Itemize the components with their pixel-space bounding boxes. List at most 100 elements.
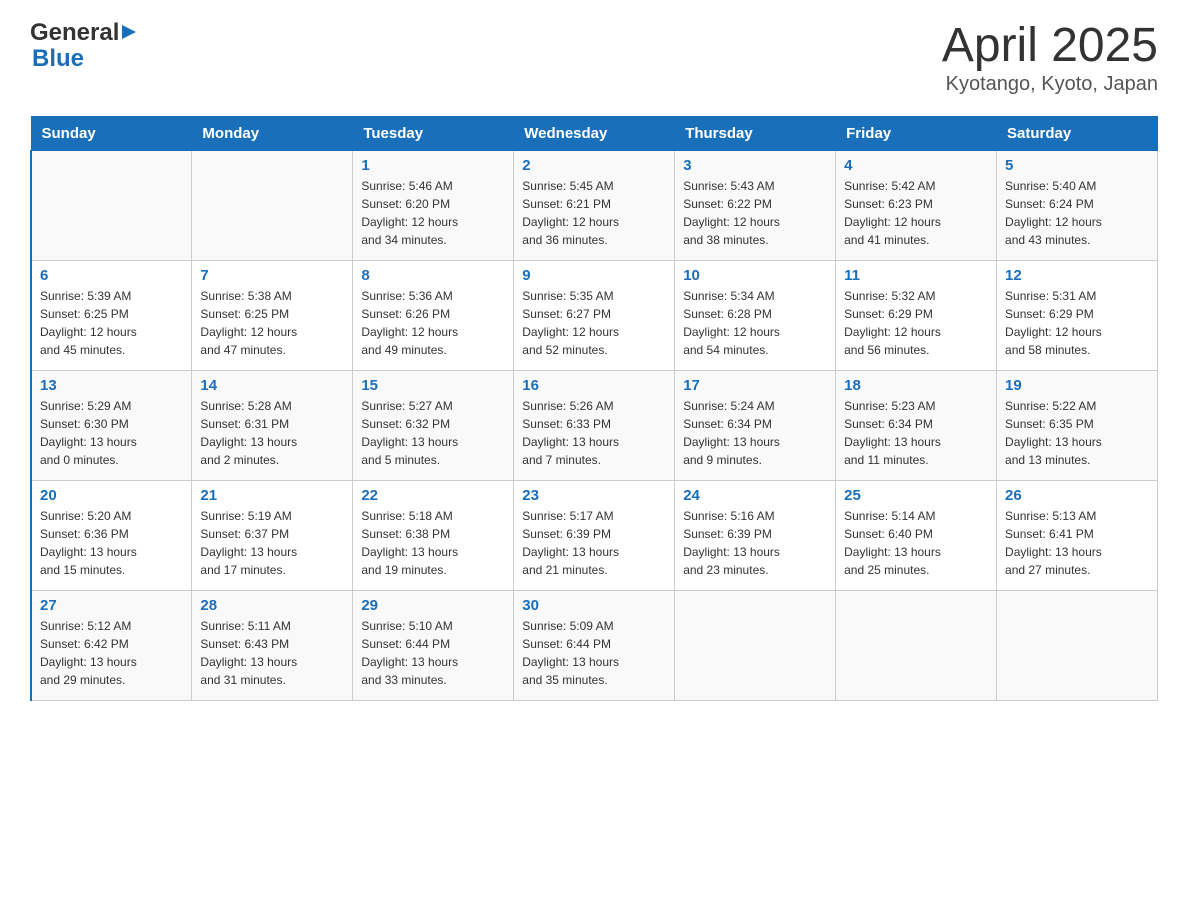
day-info: Sunrise: 5:36 AM Sunset: 6:26 PM Dayligh… [361,287,505,359]
calendar-cell: 8Sunrise: 5:36 AM Sunset: 6:26 PM Daylig… [353,260,514,370]
day-info: Sunrise: 5:14 AM Sunset: 6:40 PM Dayligh… [844,507,988,579]
calendar-cell [675,590,836,700]
day-info: Sunrise: 5:26 AM Sunset: 6:33 PM Dayligh… [522,397,666,469]
calendar-cell: 29 Sunrise: 5:10 AM Sunset: 6:44 PM Dayli… [353,590,514,700]
calendar-cell: 28Sunrise: 5:11 AM Sunset: 6:43 PM Dayli… [192,590,353,700]
logo-arrow-icon [122,23,140,41]
day-info: Sunrise: 5:43 AM Sunset: 6:22 PM Dayligh… [683,177,827,249]
calendar-cell: 3 Sunrise: 5:43 AM Sunset: 6:22 PM Daylig… [675,150,836,260]
column-header-wednesday: Wednesday [514,116,675,150]
day-info: Sunrise: 5:29 AM Sunset: 6:30 PM Dayligh… [40,397,183,469]
calendar-cell: 7 Sunrise: 5:38 AM Sunset: 6:25 PM Daylig… [192,260,353,370]
day-info: Sunrise: 5:34 AM Sunset: 6:28 PM Dayligh… [683,287,827,359]
calendar-cell: 25 Sunrise: 5:14 AM Sunset: 6:40 PM Dayli… [836,480,997,590]
day-number: 3 [683,157,827,174]
day-info: Sunrise: 5:17 AM Sunset: 6:39 PM Dayligh… [522,507,666,579]
calendar-cell: 26Sunrise: 5:13 AM Sunset: 6:41 PM Dayli… [997,480,1158,590]
column-header-sunday: Sunday [31,116,192,150]
title-block: April 2025 Kyotango, Kyoto, Japan [942,20,1158,96]
day-number: 22 [361,487,505,504]
day-info: Sunrise: 5:22 AM Sunset: 6:35 PM Dayligh… [1005,397,1149,469]
calendar-table: SundayMondayTuesdayWednesdayThursdayFrid… [30,116,1158,701]
day-number: 21 [200,487,344,504]
logo: General Blue [30,20,140,73]
calendar-cell: 23Sunrise: 5:17 AM Sunset: 6:39 PM Dayli… [514,480,675,590]
calendar-cell: 15Sunrise: 5:27 AM Sunset: 6:32 PM Dayli… [353,370,514,480]
calendar-cell: 27Sunrise: 5:12 AM Sunset: 6:42 PM Dayli… [31,590,192,700]
calendar-week-row: 1 Sunrise: 5:46 AM Sunset: 6:20 PM Daylig… [31,150,1158,260]
calendar-cell [997,590,1158,700]
day-info: Sunrise: 5:23 AM Sunset: 6:34 PM Dayligh… [844,397,988,469]
day-number: 20 [40,487,183,504]
calendar-cell: 10 Sunrise: 5:34 AM Sunset: 6:28 PM Dayli… [675,260,836,370]
calendar-cell [836,590,997,700]
day-info: Sunrise: 5:10 AM Sunset: 6:44 PM Dayligh… [361,617,505,689]
day-info: Sunrise: 5:38 AM Sunset: 6:25 PM Dayligh… [200,287,344,359]
day-number: 30 [522,597,666,614]
day-info: Sunrise: 5:20 AM Sunset: 6:36 PM Dayligh… [40,507,183,579]
day-number: 7 [200,267,344,284]
day-info: Sunrise: 5:46 AM Sunset: 6:20 PM Dayligh… [361,177,505,249]
calendar-cell: 6Sunrise: 5:39 AM Sunset: 6:25 PM Daylig… [31,260,192,370]
day-info: Sunrise: 5:13 AM Sunset: 6:41 PM Dayligh… [1005,507,1149,579]
day-number: 24 [683,487,827,504]
day-info: Sunrise: 5:24 AM Sunset: 6:34 PM Dayligh… [683,397,827,469]
day-number: 16 [522,377,666,394]
calendar-cell: 16 Sunrise: 5:26 AM Sunset: 6:33 PM Dayli… [514,370,675,480]
day-number: 15 [361,377,505,394]
day-number: 5 [1005,157,1149,174]
day-info: Sunrise: 5:28 AM Sunset: 6:31 PM Dayligh… [200,397,344,469]
calendar-cell: 11 Sunrise: 5:32 AM Sunset: 6:29 PM Dayli… [836,260,997,370]
column-header-tuesday: Tuesday [353,116,514,150]
day-info: Sunrise: 5:45 AM Sunset: 6:21 PM Dayligh… [522,177,666,249]
column-header-thursday: Thursday [675,116,836,150]
calendar-cell: 20 Sunrise: 5:20 AM Sunset: 6:36 PM Dayli… [31,480,192,590]
calendar-week-row: 13 Sunrise: 5:29 AM Sunset: 6:30 PM Dayli… [31,370,1158,480]
day-info: Sunrise: 5:16 AM Sunset: 6:39 PM Dayligh… [683,507,827,579]
page-header: General Blue April 2025 Kyotango, Kyoto,… [30,20,1158,96]
day-number: 29 [361,597,505,614]
calendar-cell: 9Sunrise: 5:35 AM Sunset: 6:27 PM Daylig… [514,260,675,370]
day-number: 11 [844,267,988,284]
day-number: 18 [844,377,988,394]
calendar-cell: 14 Sunrise: 5:28 AM Sunset: 6:31 PM Dayli… [192,370,353,480]
day-info: Sunrise: 5:31 AM Sunset: 6:29 PM Dayligh… [1005,287,1149,359]
calendar-subtitle: Kyotango, Kyoto, Japan [942,73,1158,96]
calendar-cell: 21 Sunrise: 5:19 AM Sunset: 6:37 PM Dayli… [192,480,353,590]
day-info: Sunrise: 5:40 AM Sunset: 6:24 PM Dayligh… [1005,177,1149,249]
day-number: 1 [361,157,505,174]
day-info: Sunrise: 5:19 AM Sunset: 6:37 PM Dayligh… [200,507,344,579]
logo-general: General [30,20,119,46]
day-number: 10 [683,267,827,284]
calendar-cell: 2 Sunrise: 5:45 AM Sunset: 6:21 PM Daylig… [514,150,675,260]
calendar-cell: 17 Sunrise: 5:24 AM Sunset: 6:34 PM Dayli… [675,370,836,480]
calendar-cell [31,150,192,260]
calendar-cell: 5 Sunrise: 5:40 AM Sunset: 6:24 PM Daylig… [997,150,1158,260]
calendar-cell: 30 Sunrise: 5:09 AM Sunset: 6:44 PM Dayli… [514,590,675,700]
calendar-week-row: 27Sunrise: 5:12 AM Sunset: 6:42 PM Dayli… [31,590,1158,700]
day-info: Sunrise: 5:09 AM Sunset: 6:44 PM Dayligh… [522,617,666,689]
calendar-cell: 1 Sunrise: 5:46 AM Sunset: 6:20 PM Daylig… [353,150,514,260]
day-number: 27 [40,597,183,614]
day-info: Sunrise: 5:18 AM Sunset: 6:38 PM Dayligh… [361,507,505,579]
day-number: 4 [844,157,988,174]
day-number: 6 [40,267,183,284]
day-info: Sunrise: 5:32 AM Sunset: 6:29 PM Dayligh… [844,287,988,359]
day-number: 17 [683,377,827,394]
logo-blue: Blue [32,46,84,72]
calendar-cell: 18 Sunrise: 5:23 AM Sunset: 6:34 PM Dayli… [836,370,997,480]
day-number: 9 [522,267,666,284]
column-header-monday: Monday [192,116,353,150]
day-number: 13 [40,377,183,394]
calendar-week-row: 20 Sunrise: 5:20 AM Sunset: 6:36 PM Dayli… [31,480,1158,590]
day-number: 12 [1005,267,1149,284]
day-number: 2 [522,157,666,174]
day-number: 14 [200,377,344,394]
calendar-header-row: SundayMondayTuesdayWednesdayThursdayFrid… [31,116,1158,150]
calendar-week-row: 6Sunrise: 5:39 AM Sunset: 6:25 PM Daylig… [31,260,1158,370]
calendar-cell: 19Sunrise: 5:22 AM Sunset: 6:35 PM Dayli… [997,370,1158,480]
day-number: 28 [200,597,344,614]
day-info: Sunrise: 5:42 AM Sunset: 6:23 PM Dayligh… [844,177,988,249]
calendar-cell: 24 Sunrise: 5:16 AM Sunset: 6:39 PM Dayli… [675,480,836,590]
day-number: 25 [844,487,988,504]
